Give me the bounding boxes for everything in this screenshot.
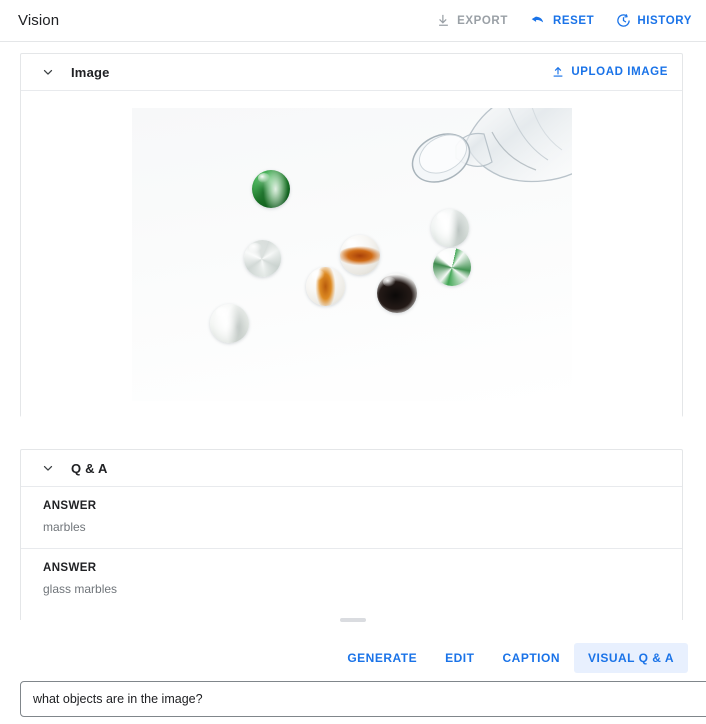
marble-highlight	[249, 243, 262, 253]
image-card-title: Image	[71, 64, 110, 80]
mode-tab-strip: GENERATE EDIT CAPTION VISUAL Q & A	[333, 643, 688, 673]
undo-arrow-icon	[530, 13, 547, 28]
export-label: EXPORT	[457, 14, 508, 27]
reset-label: RESET	[552, 14, 595, 27]
qa-answer-value: glass marbles	[43, 582, 118, 596]
app-title: Vision	[18, 12, 60, 29]
marble-amber-swirl-upper	[339, 234, 380, 275]
qa-card-title: Q & A	[71, 460, 108, 476]
marble-white-bottom-left	[209, 303, 249, 343]
qa-answer-row: ANSWER marbles	[21, 487, 682, 549]
qa-card-header[interactable]: Q & A	[21, 450, 682, 487]
qa-answer-label: ANSWER	[43, 500, 97, 512]
panel-resize-handle[interactable]	[340, 618, 366, 622]
uploaded-photo[interactable]	[131, 107, 572, 401]
image-card: Image UPLOAD IMAGE	[20, 53, 683, 417]
tab-generate[interactable]: GENERATE	[333, 643, 431, 673]
app-bar-actions: EXPORT RESET HISTORY	[436, 13, 692, 28]
chevron-down-icon[interactable]	[37, 61, 59, 83]
app-bar: Vision EXPORT RESET HISTORY	[0, 0, 706, 42]
image-card-header[interactable]: Image UPLOAD IMAGE	[21, 54, 682, 91]
marble-highlight	[215, 307, 229, 318]
marble-clear-left	[243, 239, 281, 277]
tab-edit[interactable]: EDIT	[431, 643, 488, 673]
chevron-down-icon[interactable]	[37, 457, 59, 479]
marble-white-swirl-upper-right	[430, 208, 469, 247]
upload-image-label: UPLOAD IMAGE	[571, 66, 668, 78]
qa-answer-value: marbles	[43, 520, 86, 534]
glass-jar-icon	[411, 107, 572, 183]
tab-visual-qa[interactable]: VISUAL Q & A	[573, 643, 688, 673]
marble-orange-swirl-lower	[305, 266, 345, 306]
reset-button[interactable]: RESET	[530, 13, 594, 28]
tab-caption[interactable]: CAPTION	[488, 643, 574, 673]
history-clock-icon	[616, 13, 631, 28]
export-button[interactable]: EXPORT	[436, 13, 508, 28]
bottom-panel: GENERATE EDIT CAPTION VISUAL Q & A	[0, 625, 706, 724]
image-preview-area	[21, 91, 682, 417]
panel-resize-handle-area[interactable]	[0, 615, 706, 625]
marble-highlight	[311, 270, 325, 281]
content-scroll-area[interactable]: Image UPLOAD IMAGE Q & A ANSWER marbles …	[0, 42, 706, 620]
prompt-input[interactable]	[20, 681, 706, 717]
qa-answer-row: ANSWER glass marbles	[21, 549, 682, 610]
upload-image-button[interactable]: UPLOAD IMAGE	[551, 65, 668, 79]
marble-green-cross	[432, 247, 471, 286]
marble-black-swirl	[376, 272, 417, 313]
marble-green-swirl	[251, 169, 290, 208]
download-icon	[436, 13, 451, 28]
qa-answer-label: ANSWER	[43, 562, 97, 574]
upload-icon	[551, 65, 565, 79]
upload-image-action[interactable]: UPLOAD IMAGE	[551, 65, 668, 79]
history-label: HISTORY	[637, 14, 692, 27]
history-button[interactable]: HISTORY	[616, 13, 692, 28]
qa-card: Q & A ANSWER marbles ANSWER glass marble…	[20, 449, 683, 620]
